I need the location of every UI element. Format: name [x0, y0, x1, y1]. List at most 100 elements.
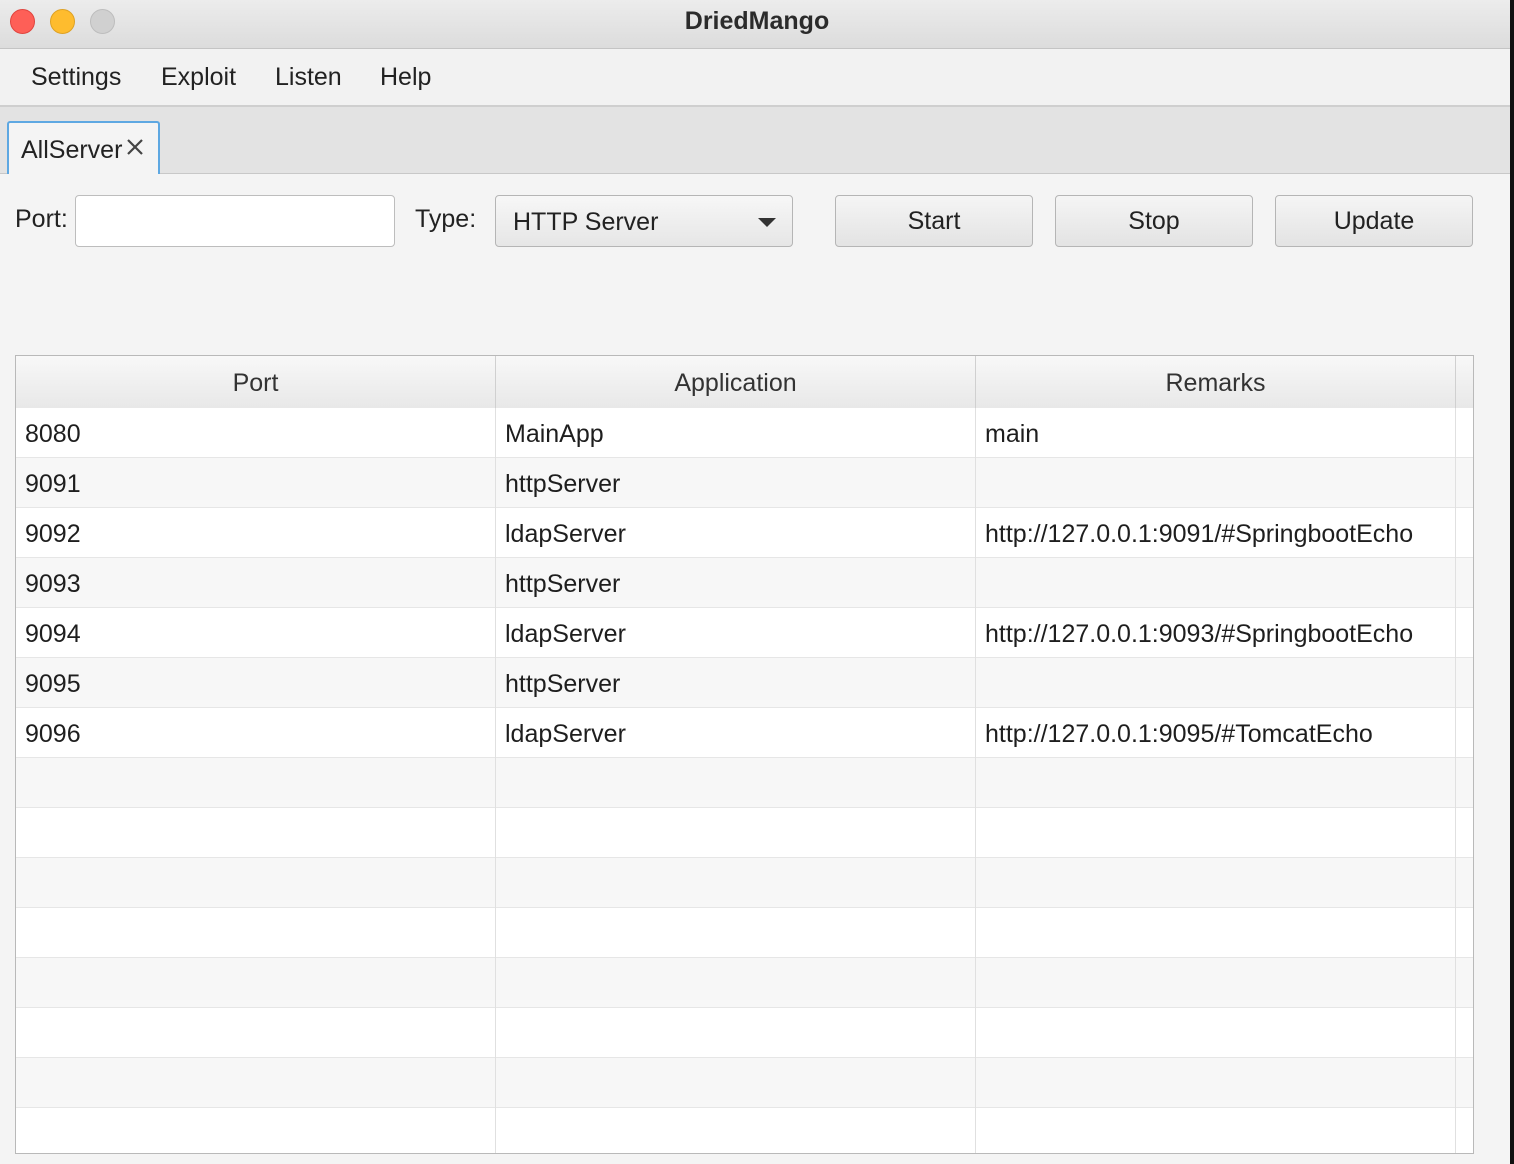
cell-filler [1456, 558, 1473, 608]
empty-cell [1456, 1058, 1473, 1108]
empty-cell [1456, 1008, 1473, 1058]
menu-listen[interactable]: Listen [275, 63, 342, 92]
cell-filler [1456, 458, 1473, 508]
menu-bar: Settings Exploit Listen Help [0, 49, 1514, 107]
empty-row [16, 958, 1473, 1008]
stop-button[interactable]: Stop [1055, 195, 1253, 247]
tab-label: AllServer [21, 136, 123, 164]
empty-cell [976, 858, 1456, 908]
table-row[interactable]: 9094 ldapServer http://127.0.0.1:9093/#S… [16, 608, 1473, 658]
cell-remarks [976, 558, 1456, 608]
table-row[interactable]: 9091 httpServer [16, 458, 1473, 508]
tab-bar: AllServer [0, 107, 1514, 174]
empty-cell [496, 1008, 976, 1058]
empty-row [16, 808, 1473, 858]
cell-remarks: http://127.0.0.1:9091/#SpringbootEcho [976, 508, 1456, 558]
cell-application: httpServer [496, 458, 976, 508]
cell-filler [1456, 508, 1473, 558]
empty-cell [1456, 758, 1473, 808]
chevron-down-icon [758, 218, 776, 227]
empty-row [16, 858, 1473, 908]
cell-application: httpServer [496, 658, 976, 708]
empty-cell [496, 758, 976, 808]
empty-cell [976, 958, 1456, 1008]
empty-row [16, 758, 1473, 808]
window-edge [1510, 0, 1514, 1164]
empty-cell [1456, 908, 1473, 958]
menu-settings[interactable]: Settings [31, 63, 121, 92]
empty-cell [976, 1108, 1456, 1153]
table-row[interactable]: 8080 MainApp main [16, 408, 1473, 458]
cell-port: 8080 [16, 408, 496, 458]
empty-row [16, 908, 1473, 958]
empty-cell [976, 758, 1456, 808]
table-header: Port Application Remarks [16, 356, 1473, 409]
tab-allserver[interactable]: AllServer [7, 121, 160, 174]
menu-help[interactable]: Help [380, 63, 431, 92]
empty-row [16, 1058, 1473, 1108]
empty-cell [1456, 1108, 1473, 1153]
cell-remarks [976, 658, 1456, 708]
empty-cell [1456, 858, 1473, 908]
column-header-filler [1456, 356, 1473, 408]
window-title: DriedMango [684, 7, 830, 35]
table-row[interactable]: 9093 httpServer [16, 558, 1473, 608]
empty-cell [496, 808, 976, 858]
cell-port: 9095 [16, 658, 496, 708]
empty-cell [1456, 808, 1473, 858]
empty-cell [16, 758, 496, 808]
cell-filler [1456, 608, 1473, 658]
empty-cell [16, 1008, 496, 1058]
empty-row [16, 1108, 1473, 1153]
empty-cell [16, 908, 496, 958]
cell-filler [1456, 408, 1473, 458]
type-select[interactable]: HTTP Server [495, 195, 793, 247]
cell-remarks [976, 458, 1456, 508]
cell-application: ldapServer [496, 708, 976, 758]
empty-cell [16, 1108, 496, 1153]
app-window: DriedMango Settings Exploit Listen Help … [0, 0, 1514, 1164]
cell-port: 9091 [16, 458, 496, 508]
type-label: Type: [415, 205, 477, 233]
cell-remarks: http://127.0.0.1:9095/#TomcatEcho [976, 708, 1456, 758]
server-table[interactable]: Port Application Remarks 8080 MainApp ma… [15, 355, 1474, 1154]
cell-port: 9092 [16, 508, 496, 558]
cell-filler [1456, 658, 1473, 708]
column-header-application[interactable]: Application [496, 356, 976, 408]
cell-remarks: main [976, 408, 1456, 458]
update-button[interactable]: Update [1275, 195, 1473, 247]
cell-application: MainApp [496, 408, 976, 458]
empty-cell [1456, 958, 1473, 1008]
menu-exploit[interactable]: Exploit [161, 63, 236, 92]
empty-row [16, 1008, 1473, 1058]
empty-cell [496, 958, 976, 1008]
port-input[interactable] [75, 195, 395, 247]
start-button[interactable]: Start [835, 195, 1033, 247]
column-header-port[interactable]: Port [16, 356, 496, 408]
title-bar: DriedMango [0, 0, 1514, 49]
empty-cell [16, 958, 496, 1008]
empty-cell [976, 908, 1456, 958]
cell-port: 9093 [16, 558, 496, 608]
empty-cell [496, 908, 976, 958]
empty-cell [976, 1008, 1456, 1058]
port-label: Port: [15, 205, 68, 233]
empty-cell [16, 1058, 496, 1108]
empty-cell [16, 858, 496, 908]
empty-cell [496, 858, 976, 908]
cell-port: 9096 [16, 708, 496, 758]
cell-remarks: http://127.0.0.1:9093/#SpringbootEcho [976, 608, 1456, 658]
close-icon[interactable] [123, 135, 147, 159]
table-row[interactable]: 9096 ldapServer http://127.0.0.1:9095/#T… [16, 708, 1473, 758]
empty-cell [496, 1058, 976, 1108]
cell-filler [1456, 708, 1473, 758]
empty-cell [496, 1108, 976, 1153]
empty-cell [976, 808, 1456, 858]
empty-cell [16, 808, 496, 858]
cell-application: ldapServer [496, 508, 976, 558]
table-row[interactable]: 9092 ldapServer http://127.0.0.1:9091/#S… [16, 508, 1473, 558]
cell-port: 9094 [16, 608, 496, 658]
column-header-remarks[interactable]: Remarks [976, 356, 1456, 408]
table-row[interactable]: 9095 httpServer [16, 658, 1473, 708]
cell-application: ldapServer [496, 608, 976, 658]
